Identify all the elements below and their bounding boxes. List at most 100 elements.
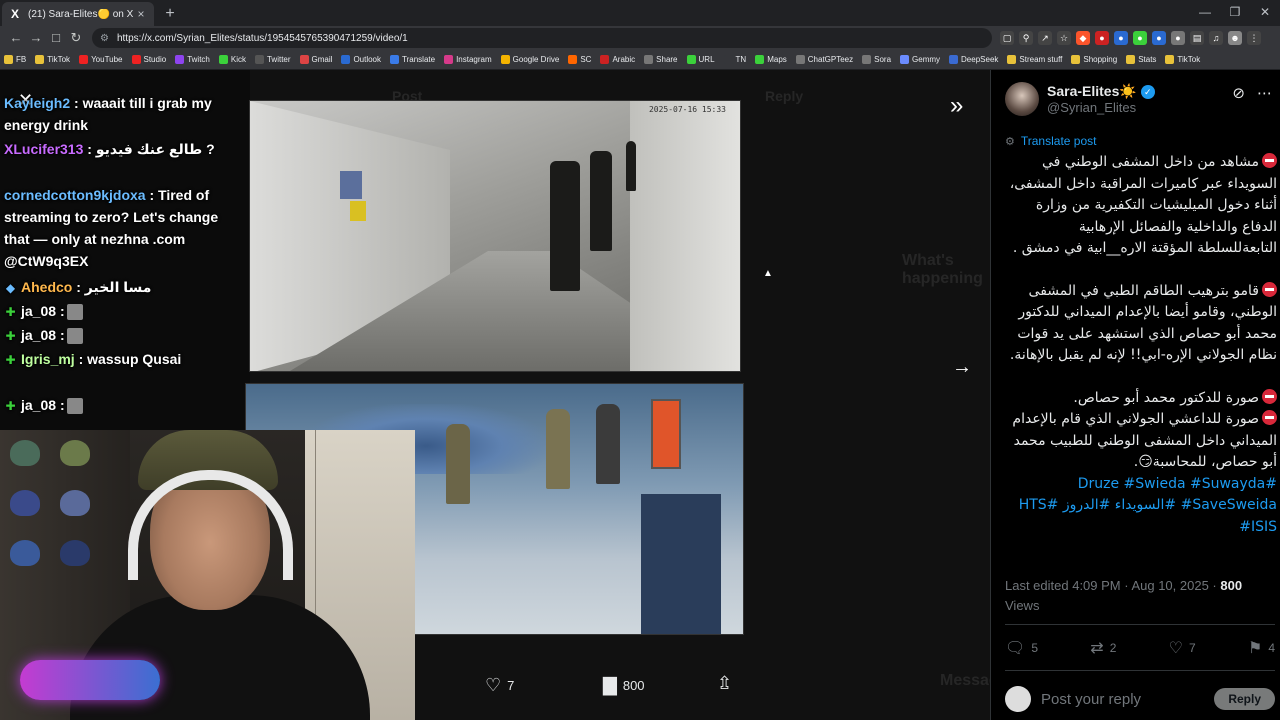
bookmark-item[interactable]: TN — [723, 55, 746, 64]
collapse-sidebar-icon[interactable]: » — [950, 92, 963, 120]
bookmark-favicon-icon — [254, 55, 264, 64]
bookmark-item[interactable]: Outlook — [341, 55, 381, 64]
browser-tab[interactable]: X (21) Sara-Elites🟡 on X: "⛔️الدرو × — [2, 2, 154, 26]
chat-username[interactable]: cornedcotton9kjdoxa — [4, 187, 146, 203]
views-label: Views — [1005, 598, 1040, 613]
bookmark-item[interactable]: Translate — [390, 55, 435, 64]
post-author[interactable]: Sara-Elites☀️ ✓ @Syrian_Elites — [1005, 82, 1155, 116]
extension-green-icon[interactable]: ● — [1133, 31, 1147, 45]
translate-post-link[interactable]: ⚙ Translate post — [1005, 134, 1096, 148]
bookmark-item[interactable]: Stream stuff — [1007, 55, 1062, 64]
bookmark-item[interactable]: URL — [686, 55, 715, 64]
rgb-microphone — [20, 660, 160, 700]
close-tab-icon[interactable]: × — [134, 7, 148, 21]
reload-icon[interactable]: ↻ — [66, 28, 86, 48]
bookmark-item[interactable]: Shopping — [1071, 55, 1117, 64]
chat-badge-icon: ✚ — [5, 305, 16, 319]
chat-username[interactable]: ja_08 — [21, 397, 56, 413]
back-icon[interactable]: ← — [6, 28, 26, 48]
extension-blue-icon[interactable]: ● — [1114, 31, 1128, 45]
reply-input[interactable]: Post your reply — [1041, 691, 1141, 708]
brave-shield-icon[interactable]: ◆ — [1076, 31, 1090, 45]
media-icon[interactable]: ♫ — [1209, 31, 1223, 45]
bookmark-item[interactable]: Share — [644, 55, 678, 64]
extension-puzzle-icon[interactable]: ● — [1171, 31, 1185, 45]
chat-username[interactable]: XLucifer313 — [4, 141, 83, 157]
bookmark-item[interactable]: ChatGPTeez — [795, 55, 853, 64]
screen: X (21) Sara-Elites🟡 on X: "⛔️الدرو × + —… — [0, 0, 1280, 720]
bookmark-label: Stats — [1138, 55, 1157, 64]
bookmark-item[interactable]: YouTube — [79, 55, 123, 64]
bookmark-item[interactable]: SC — [568, 55, 591, 64]
site-info-icon[interactable]: ⚙ — [100, 33, 109, 44]
close-window-icon[interactable]: ✕ — [1250, 0, 1280, 26]
bookmark-item[interactable]: Instagram — [444, 55, 492, 64]
bookmark-favicon-icon — [755, 55, 765, 64]
next-media-icon[interactable]: → — [952, 356, 972, 379]
bookmark-icon[interactable]: □ — [46, 28, 66, 48]
author-name[interactable]: Sara-Elites☀️ — [1047, 83, 1137, 100]
bookmark-item[interactable]: Twitter — [254, 55, 291, 64]
author-name-row[interactable]: Sara-Elites☀️ ✓ — [1047, 83, 1155, 100]
grok-icon[interactable]: ⊘ — [1232, 84, 1245, 102]
repost-button[interactable]: ⇄ 2 — [1090, 638, 1116, 658]
bookmark-label: Studio — [143, 55, 167, 64]
bookmark-item[interactable]: TikTok — [1165, 55, 1200, 64]
analytics-icon: ▇ — [603, 675, 617, 695]
edited-timestamp[interactable]: Last edited 4:09 PM · Aug 10, 2025 · — [1005, 578, 1217, 593]
forward-icon[interactable]: → — [26, 28, 46, 48]
profile-avatar-icon[interactable]: ☻ — [1228, 31, 1242, 45]
share-button[interactable]: ⇫ — [717, 673, 738, 694]
bookmark-item[interactable]: TikTok — [35, 55, 70, 64]
author-avatar[interactable] — [1005, 82, 1039, 116]
share-icon[interactable]: ↗ — [1038, 31, 1052, 45]
extension-translate-icon[interactable]: ● — [1152, 31, 1166, 45]
new-tab-button[interactable]: + — [158, 2, 182, 26]
reply-button[interactable]: 🗨 5 — [1005, 638, 1038, 658]
bookmark-button[interactable]: ⚑ 4 — [1248, 638, 1275, 658]
like-button[interactable]: ♡ 7 — [485, 675, 514, 696]
bookmark-favicon-icon — [79, 55, 89, 64]
bookmark-item[interactable]: Twitch — [175, 55, 210, 64]
menu-icon[interactable]: ⋮ — [1247, 31, 1261, 45]
bookmark-item[interactable]: Sora — [862, 55, 891, 64]
views-button[interactable]: ▇ 800 — [603, 675, 645, 696]
sidebar-icon[interactable]: ▤ — [1190, 31, 1204, 45]
cap — [10, 540, 40, 566]
bookmark-item[interactable]: Gemmy — [900, 55, 940, 64]
bookmark-item[interactable]: FB — [4, 55, 26, 64]
bookmark-label: Instagram — [456, 55, 492, 64]
author-handle[interactable]: @Syrian_Elites — [1047, 100, 1155, 115]
user-avatar[interactable] — [1005, 686, 1031, 712]
star-icon[interactable]: ☆ — [1057, 31, 1071, 45]
chat-message: ◆ Ahedco : مسا الخير — [4, 276, 244, 299]
bookmark-item[interactable]: Gmail — [299, 55, 332, 64]
bookmark-item[interactable]: DeepSeek — [949, 55, 998, 64]
cast-icon[interactable]: ▢ — [1000, 31, 1014, 45]
chat-username[interactable]: ja_08 — [21, 303, 56, 319]
like-post-button[interactable]: ♡ 7 — [1169, 638, 1196, 658]
bookmark-item[interactable]: Google Drive — [500, 55, 559, 64]
reply-submit-button[interactable]: Reply — [1214, 688, 1275, 710]
bookmark-item[interactable]: Kick — [218, 55, 246, 64]
bookmark-item[interactable]: Stats — [1126, 55, 1156, 64]
chat-username[interactable]: Ahedco — [21, 279, 72, 295]
bookmark-item[interactable]: Maps — [755, 55, 787, 64]
bookmark-item[interactable]: Arabic — [600, 55, 635, 64]
paragraph-text: صورة للدكتور محمد أبو حصاص. — [1073, 389, 1259, 406]
post-hashtags[interactable]: #Druze #Swieda #Suwayda #SaveSweida #الس… — [1001, 474, 1277, 539]
extension-red-icon[interactable]: ● — [1095, 31, 1109, 45]
more-options-icon[interactable]: ⋯ — [1257, 84, 1272, 102]
minimize-icon[interactable]: — — [1190, 0, 1220, 26]
bookmark-label: TikTok — [47, 55, 71, 64]
chat-username[interactable]: ja_08 — [21, 327, 56, 343]
address-bar[interactable]: ⚙ https://x.com/Syrian_Elites/status/195… — [92, 28, 992, 48]
chat-username[interactable]: Igris_mj — [21, 351, 75, 367]
cctv-frame-corridor[interactable]: 2025-07-16 15:33 — [249, 100, 741, 372]
cap — [60, 540, 90, 566]
chat-username[interactable]: Kayleigh2 — [4, 95, 70, 111]
maximize-icon[interactable]: ❐ — [1220, 0, 1250, 26]
zoom-icon[interactable]: ⚲ — [1019, 31, 1033, 45]
bookmark-item[interactable]: Studio — [131, 55, 167, 64]
